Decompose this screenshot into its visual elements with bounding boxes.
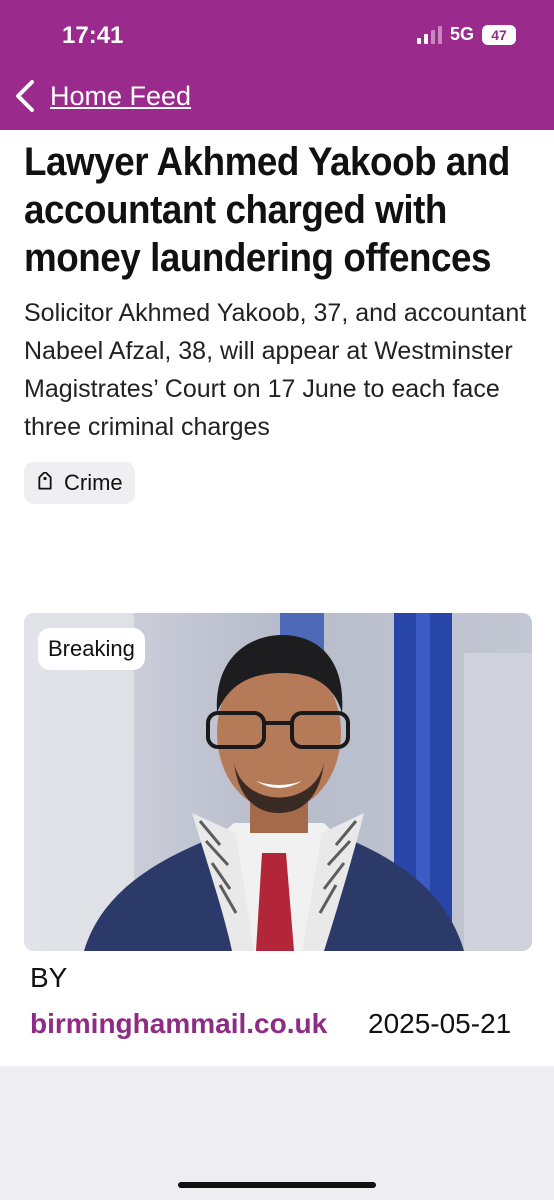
- article-header: Lawyer Akhmed Yakoob and accountant char…: [24, 138, 536, 504]
- article-summary: Solicitor Akhmed Yakoob, 37, and account…: [24, 299, 527, 441]
- home-indicator[interactable]: [178, 1182, 376, 1188]
- signal-bars-icon: [416, 25, 442, 44]
- source-link[interactable]: birminghammail.co.uk: [30, 1004, 350, 1044]
- publish-date: 2025-05-21: [368, 1008, 512, 1039]
- byline: BY birminghammail.co.uk 2025-05-21: [30, 962, 540, 1066]
- status-indicators: 5G 47: [416, 24, 516, 45]
- back-button[interactable]: Home Feed: [12, 78, 191, 114]
- back-link-label[interactable]: Home Feed: [50, 81, 191, 112]
- bottom-area: [0, 1066, 554, 1200]
- battery-icon: 47: [482, 24, 516, 45]
- tag-label[interactable]: Crime: [64, 470, 123, 496]
- article-headline: Lawyer Akhmed Yakoob and accountant char…: [24, 140, 510, 280]
- breaking-badge: Breaking: [38, 628, 145, 670]
- chevron-left-icon: [16, 80, 34, 112]
- network-type: 5G: [449, 24, 474, 44]
- status-time: 17:41: [62, 22, 124, 49]
- tag-icon: [38, 472, 52, 490]
- by-label: BY: [30, 962, 68, 993]
- top-bar: 17:41 5G 47 Home Feed: [0, 0, 554, 130]
- category-tag[interactable]: Crime: [24, 462, 135, 504]
